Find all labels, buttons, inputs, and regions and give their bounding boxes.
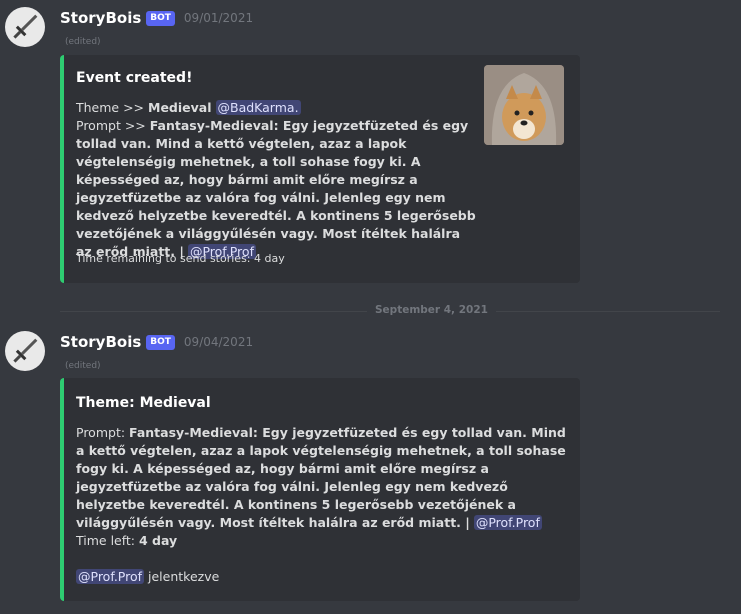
embed-title: Event created! [76, 70, 193, 86]
embed-description: Theme >> Medieval @BadKarma. Prompt >> F… [76, 99, 476, 261]
embed-title: Theme: Medieval [76, 395, 211, 411]
timestamp[interactable]: 09/04/2021 [184, 335, 253, 349]
timestamp[interactable]: 09/01/2021 [184, 11, 253, 25]
date-divider: September 4, 2021 [367, 304, 496, 316]
user-mention[interactable]: @BadKarma. [215, 100, 301, 115]
avatar[interactable] [5, 7, 45, 47]
user-mention[interactable]: @Prof.Prof [473, 515, 542, 530]
prompt-prefix: Prompt >> [76, 118, 150, 133]
edited-label: (edited) [65, 361, 101, 371]
embed-description: Prompt: Fantasy-Medieval: Egy jegyzetfüz… [76, 424, 571, 550]
message-header: StoryBois BOT 09/01/2021 [60, 8, 253, 28]
bot-tag: BOT [146, 10, 175, 26]
edited-label: (edited) [65, 37, 101, 47]
time-left-value: 4 day [139, 533, 178, 548]
signup-text: jelentkezve [144, 569, 220, 584]
prompt-text: Fantasy-Medieval: Egy jegyzetfüzeted és … [76, 118, 476, 259]
signup-line: @Prof.Prof jelentkezve [76, 568, 219, 586]
embed: Event created! Theme >> Medieval @BadKar… [60, 55, 580, 283]
theme-value: Medieval [148, 100, 212, 115]
user-mention[interactable]: @Prof.Prof [76, 569, 145, 584]
embed-footer: Time remaining to send stories: 4 day [76, 252, 285, 265]
message-header: StoryBois BOT 09/04/2021 [60, 332, 253, 352]
prompt-prefix: Prompt: [76, 425, 130, 440]
username[interactable]: StoryBois [60, 9, 141, 27]
avatar[interactable] [5, 331, 45, 371]
username[interactable]: StoryBois [60, 333, 141, 351]
time-left-prefix: Time left: [76, 533, 139, 548]
embed: Theme: Medieval Prompt: Fantasy-Medieval… [60, 378, 580, 601]
sword-icon [13, 338, 38, 363]
hooded-dog-photo[interactable] [484, 65, 564, 145]
sword-icon [13, 14, 38, 39]
theme-prefix: Theme >> [76, 100, 149, 115]
bot-tag: BOT [146, 334, 175, 350]
